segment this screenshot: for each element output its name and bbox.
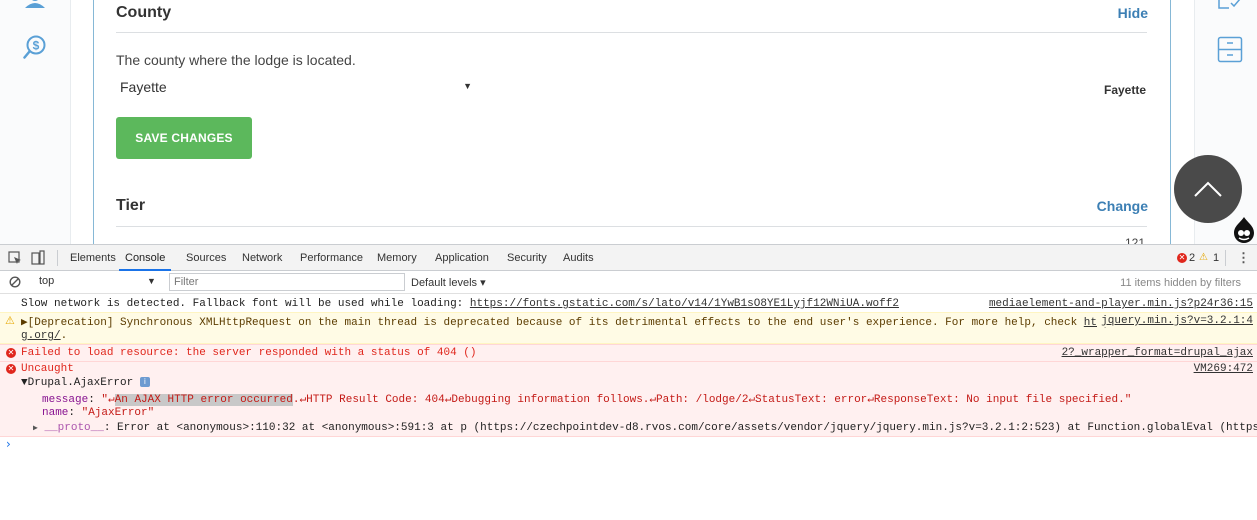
- error-count[interactable]: 2: [1189, 252, 1195, 264]
- county-title: County: [116, 4, 172, 21]
- county-hide-link[interactable]: Hide: [1060, 5, 1148, 21]
- toolbar-separator: [57, 250, 58, 266]
- save-changes-button[interactable]: SAVE CHANGES: [116, 117, 252, 159]
- log-levels-select[interactable]: Default levels ▾: [411, 276, 486, 289]
- message-source-link[interactable]: mediaelement-and-player.min.js?p24r36:15: [989, 298, 1253, 310]
- tab-audits[interactable]: Audits: [563, 245, 594, 271]
- svg-text:$: $: [33, 39, 40, 53]
- county-description: The county where the lodge is located.: [116, 52, 356, 68]
- devtools-tabbar: Elements Console Sources Network Perform…: [0, 245, 1257, 271]
- message-source-link[interactable]: VM269:472: [1194, 363, 1253, 375]
- inspect-element-icon[interactable]: [8, 251, 22, 265]
- property-value: : Error at <anonymous>:110:32 at <anonym…: [103, 422, 1257, 434]
- tier-title: Tier: [116, 197, 146, 214]
- object-tree-root[interactable]: ▼Drupal.AjaxError i: [0, 376, 1257, 391]
- tab-console[interactable]: Console: [119, 245, 172, 271]
- tier-divider: [116, 226, 1147, 227]
- message-link[interactable]: g.org/: [21, 330, 61, 342]
- console-error: ✕ Failed to load resource: the server re…: [0, 344, 1257, 361]
- error-count-icon: ✕: [1177, 253, 1187, 263]
- more-options-icon[interactable]: ⋮: [1237, 250, 1250, 266]
- tab-security[interactable]: Security: [507, 245, 547, 271]
- property-key: message: [42, 394, 89, 406]
- county-divider: [116, 32, 1147, 33]
- clear-console-icon[interactable]: [9, 276, 21, 288]
- property-value: "↵: [101, 394, 115, 406]
- tier-value: 121: [1125, 236, 1146, 244]
- console-error: ✕ Uncaught VM269:472: [0, 361, 1257, 376]
- message-text[interactable]: ▶[Deprecation] Synchronous XMLHttpReques…: [21, 317, 1084, 329]
- message-text: Slow network is detected. Fallback font …: [21, 298, 470, 310]
- chevron-down-icon: ▼: [147, 276, 156, 286]
- context-select[interactable]: top: [39, 275, 54, 287]
- checklist-icon[interactable]: [1217, 0, 1243, 14]
- tab-application[interactable]: Application: [435, 245, 489, 271]
- drupal-logo-icon[interactable]: [1232, 216, 1256, 244]
- property-value: .↵HTTP Result Code: 404↵Debugging inform…: [292, 394, 1132, 406]
- message-source-link[interactable]: 2?_wrapper_format=drupal_ajax: [1062, 347, 1253, 359]
- money-search-icon[interactable]: $: [23, 35, 47, 61]
- tab-memory[interactable]: Memory: [377, 245, 417, 271]
- message-text: .: [60, 330, 68, 342]
- lodge-edit-panel: [93, 0, 1171, 244]
- message-source-link[interactable]: jquery.min.js?v=3.2.1:4: [1097, 315, 1253, 327]
- device-toolbar-icon[interactable]: [31, 250, 45, 266]
- warning-count-icon: ⚠: [1199, 252, 1208, 263]
- property-key: __proto__: [44, 422, 104, 434]
- page-content: $ County Hide The county where the lodge…: [0, 0, 1257, 244]
- tab-network[interactable]: Network: [242, 245, 282, 271]
- archive-cabinet-icon[interactable]: [1217, 36, 1243, 64]
- console-filter-input[interactable]: [169, 273, 405, 291]
- warning-icon: ⚠: [5, 314, 15, 327]
- expand-arrow-icon[interactable]: ▶: [33, 424, 38, 433]
- hidden-items-note: 11 items hidden by filters: [1120, 277, 1241, 289]
- console-message: Slow network is detected. Fallback font …: [0, 297, 1257, 312]
- console-prompt[interactable]: ›: [6, 437, 11, 451]
- county-current-value: Fayette: [1104, 83, 1147, 97]
- message-text: Uncaught: [21, 363, 74, 375]
- tab-elements[interactable]: Elements: [70, 245, 116, 271]
- object-property: name: "AjaxError": [0, 406, 1257, 421]
- devtools-panel: Elements Console Sources Network Perform…: [0, 244, 1257, 520]
- console-toolbar: top ▼ Default levels ▾ 11 items hidden b…: [0, 271, 1257, 294]
- tab-sources[interactable]: Sources: [186, 245, 226, 271]
- error-icon: ✕: [6, 348, 16, 358]
- left-sidebar: $: [0, 0, 71, 244]
- tab-performance[interactable]: Performance: [300, 245, 363, 271]
- object-property: message: "↵An AJAX HTTP error occurred.↵…: [0, 391, 1257, 406]
- message-text: Failed to load resource: the server resp…: [21, 347, 477, 359]
- warning-count[interactable]: 1: [1213, 252, 1219, 264]
- console-warning: ⚠ ▶[Deprecation] Synchronous XMLHttpRequ…: [0, 312, 1257, 344]
- property-value: "AjaxError": [81, 407, 155, 419]
- chevron-up-icon: [1194, 181, 1222, 197]
- error-icon: ✕: [6, 364, 16, 374]
- scroll-to-top-button[interactable]: [1174, 155, 1242, 223]
- chevron-down-icon: ▼: [463, 81, 472, 91]
- object-name[interactable]: ▼Drupal.AjaxError: [21, 377, 133, 389]
- tier-change-link[interactable]: Change: [1060, 198, 1148, 214]
- highlighted-text: An AJAX HTTP error occurred: [114, 394, 293, 406]
- info-icon: i: [139, 377, 150, 388]
- users-icon[interactable]: [22, 0, 48, 10]
- property-key: name: [42, 407, 69, 419]
- object-property-proto[interactable]: ▶ __proto__: Error at <anonymous>:110:32…: [0, 421, 1257, 437]
- county-select[interactable]: Fayette ▼: [116, 78, 476, 98]
- county-select-value: Fayette: [120, 79, 167, 95]
- message-link[interactable]: https://fonts.gstatic.com/s/lato/v14/1Yw…: [470, 298, 899, 310]
- toolbar-separator: [1225, 250, 1226, 266]
